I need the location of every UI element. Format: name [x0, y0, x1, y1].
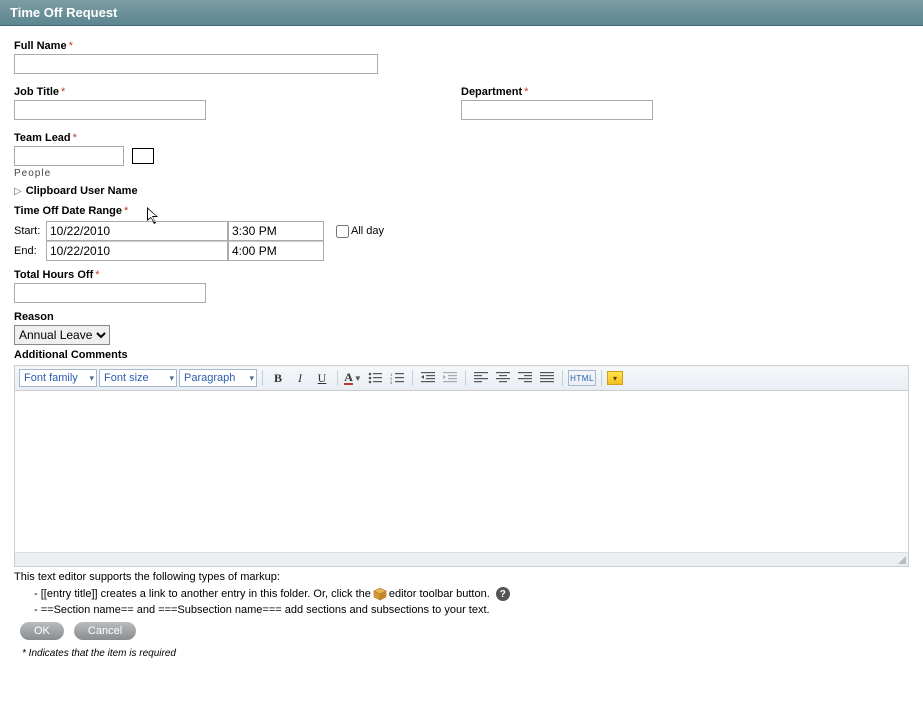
team-lead-input[interactable]	[14, 146, 124, 166]
full-name-input[interactable]	[14, 54, 378, 74]
toolbar-separator	[262, 370, 263, 386]
toolbar-separator	[562, 370, 563, 386]
start-time-input[interactable]	[228, 221, 324, 241]
department-input[interactable]	[461, 100, 653, 120]
end-time-input[interactable]	[228, 241, 324, 261]
svg-text:3: 3	[390, 380, 393, 384]
comments-label: Additional Comments	[14, 349, 909, 361]
toolbar-separator	[412, 370, 413, 386]
page-title: Time Off Request	[10, 5, 117, 20]
markup-help-line-1: - [[entry title]] creates a link to anot…	[34, 587, 909, 601]
align-justify-button[interactable]	[537, 369, 557, 387]
toolbar-separator	[601, 370, 602, 386]
align-justify-icon	[540, 372, 554, 384]
outdent-button[interactable]	[418, 369, 438, 387]
team-lead-picker-button[interactable]	[132, 148, 154, 164]
numbered-list-icon: 1 2 3	[390, 372, 404, 384]
bold-button[interactable]: B	[268, 369, 288, 387]
reason-label: Reason	[14, 311, 909, 323]
rich-text-editor: Font family Font size Paragraph B I U A▼…	[14, 365, 909, 567]
editor-toolbar: Font family Font size Paragraph B I U A▼…	[15, 366, 908, 391]
markup-help-intro: This text editor supports the following …	[14, 571, 909, 583]
clipboard-user-name-toggle[interactable]: ▷ Clipboard User Name	[14, 185, 909, 197]
align-right-icon	[518, 372, 532, 384]
align-left-icon	[474, 372, 488, 384]
date-range-label: Time Off Date Range*	[14, 205, 909, 217]
align-right-button[interactable]	[515, 369, 535, 387]
end-label: End:	[14, 245, 46, 257]
total-hours-label: Total Hours Off*	[14, 269, 909, 281]
font-family-select[interactable]: Font family	[19, 369, 97, 387]
ordered-list-button[interactable]: 1 2 3	[387, 369, 407, 387]
all-day-checkbox[interactable]	[336, 225, 349, 238]
font-color-icon: A	[344, 372, 353, 385]
reason-select[interactable]: Annual Leave	[14, 325, 110, 345]
page-header: Time Off Request	[0, 0, 923, 26]
start-date-input[interactable]	[46, 221, 228, 241]
expand-icon: ▷	[14, 186, 22, 197]
outdent-icon	[421, 372, 435, 384]
bullet-list-icon	[368, 372, 382, 384]
team-lead-label: Team Lead*	[14, 132, 909, 144]
font-color-button[interactable]: A▼	[343, 369, 363, 387]
start-label: Start:	[14, 225, 46, 237]
team-lead-caption: People	[14, 168, 909, 179]
end-date-input[interactable]	[46, 241, 228, 261]
required-footnote: * Indicates that the item is required	[22, 648, 909, 659]
box-icon	[373, 587, 387, 601]
indent-button[interactable]	[440, 369, 460, 387]
toolbar-separator	[465, 370, 466, 386]
clipboard-user-name-label: Clipboard User Name	[26, 185, 138, 197]
align-center-icon	[496, 372, 510, 384]
ok-button[interactable]: OK	[20, 622, 64, 640]
italic-button[interactable]: I	[290, 369, 310, 387]
editor-resize-handle[interactable]	[15, 552, 908, 566]
html-source-button[interactable]: HTML	[568, 370, 596, 386]
all-day-checkbox-label[interactable]: All day	[332, 222, 384, 241]
cancel-button[interactable]: Cancel	[74, 622, 136, 640]
align-center-button[interactable]	[493, 369, 513, 387]
indent-icon	[443, 372, 457, 384]
unordered-list-button[interactable]	[365, 369, 385, 387]
department-label: Department*	[461, 86, 653, 98]
help-icon[interactable]: ?	[496, 587, 510, 601]
job-title-input[interactable]	[14, 100, 206, 120]
paragraph-select[interactable]: Paragraph	[179, 369, 257, 387]
markup-help-line-2: - ==Section name== and ===Subsection nam…	[34, 604, 909, 616]
underline-button[interactable]: U	[312, 369, 332, 387]
align-left-button[interactable]	[471, 369, 491, 387]
full-name-label: Full Name*	[14, 40, 909, 52]
more-tools-dropdown[interactable]: ▾	[607, 371, 623, 385]
font-size-select[interactable]: Font size	[99, 369, 177, 387]
comments-editor-area[interactable]	[15, 391, 908, 549]
total-hours-input[interactable]	[14, 283, 206, 303]
job-title-label: Job Title*	[14, 86, 206, 98]
toolbar-separator	[337, 370, 338, 386]
